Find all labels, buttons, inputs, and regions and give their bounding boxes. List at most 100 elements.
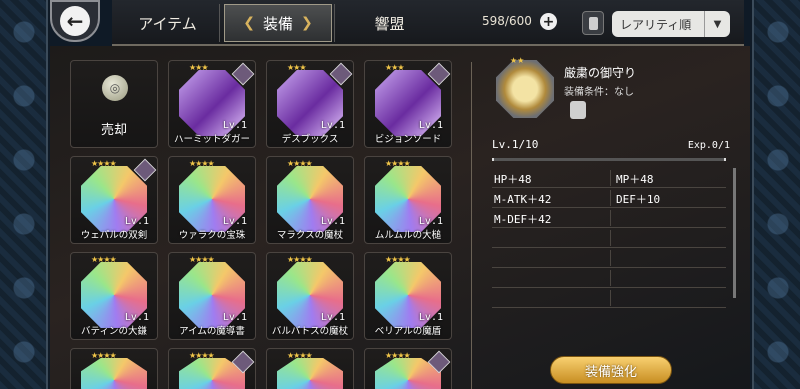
- equipment-item[interactable]: ★★★★: [364, 348, 452, 389]
- equipment-item[interactable]: ★★★★ Lv.1 バルバトスの魔杖: [266, 252, 354, 340]
- item-name: ビジョンソード: [374, 134, 442, 145]
- rarity-stars: ★★★: [385, 63, 404, 72]
- panel-divider: [471, 62, 472, 389]
- stats-scrollbar[interactable]: [733, 168, 736, 298]
- item-level: Lv.1: [418, 312, 443, 323]
- ornament-right-icon: ❯: [301, 15, 313, 31]
- item-detail-panel: ★★ 厳粛の御守り 装備条件：なし Lv.1/10 Exp.0/1 HP＋48 M…: [490, 56, 736, 386]
- inventory-count: 598/600: [482, 14, 532, 28]
- filter-button[interactable]: [582, 11, 604, 35]
- rarity-stars: ★★★★: [287, 255, 313, 264]
- rarity-stars: ★★: [510, 56, 525, 65]
- stat-row: M-DEF＋42: [492, 208, 726, 228]
- equipment-art-icon: [277, 358, 343, 389]
- equipment-item[interactable]: ★★★ Lv.1 ハーミットダガー: [168, 60, 256, 148]
- tab-alliance-label: 響盟: [374, 14, 405, 33]
- rarity-stars: ★★★★: [385, 159, 411, 168]
- stat-row: HP＋48 MP＋48: [492, 168, 726, 188]
- item-level: Lv.1: [320, 216, 345, 227]
- item-level: Lv.1: [222, 120, 247, 131]
- stat-row: M-ATK＋42 DEF＋10: [492, 188, 726, 208]
- equipment-art-icon: [81, 358, 147, 389]
- rarity-stars: ★★★★: [287, 159, 313, 168]
- stat-row: [492, 248, 726, 268]
- back-button[interactable]: ←: [50, 0, 100, 42]
- rarity-stars: ★★★★: [287, 351, 313, 360]
- stat-row: [492, 268, 726, 288]
- item-level: Lv.1: [320, 120, 345, 131]
- tab-items[interactable]: アイテム: [116, 4, 220, 42]
- item-exp: Exp.0/1: [687, 140, 730, 151]
- top-tab-bar: アイテム ❮ 装備 ❯ 響盟 598/600 + レアリティ順 ▼: [112, 0, 744, 46]
- back-arrow-icon: ←: [60, 6, 90, 36]
- stat-row: [492, 228, 726, 248]
- equipment-item[interactable]: ★★★★ Lv.1 バティンの大鎌: [70, 252, 158, 340]
- chevron-down-icon: ▼: [704, 11, 730, 37]
- rarity-stars: ★★★★: [91, 159, 117, 168]
- sort-label: レアリティ順: [620, 17, 692, 32]
- equipment-item[interactable]: ★★★★ Lv.1 ウァラクの宝珠: [168, 156, 256, 244]
- equip-condition: 装備条件：なし: [564, 87, 634, 98]
- left-ornament-border: [0, 0, 48, 389]
- equipment-item[interactable]: ★★★★: [266, 348, 354, 389]
- item-name: ウァラクの宝珠: [178, 230, 246, 241]
- enhance-label: 装備強化: [584, 364, 637, 380]
- item-name: バティンの大鎌: [81, 326, 147, 337]
- item-name: マラクスの魔杖: [276, 230, 344, 241]
- stat-row: [492, 288, 726, 308]
- equipment-item[interactable]: ★★★ Lv.1 デスブックス: [266, 60, 354, 148]
- tab-alliance[interactable]: 響盟: [334, 4, 444, 42]
- equipment-item[interactable]: ★★★★: [70, 348, 158, 389]
- item-name: アイムの魔導書: [179, 326, 245, 337]
- expand-inventory-button[interactable]: +: [540, 13, 557, 30]
- sell-label: 売却: [100, 123, 127, 138]
- rarity-stars: ★★★★: [385, 351, 411, 360]
- main-panel: ◎ 売却 ★★★ Lv.1 ハーミットダガー ★★★ Lv.1 デスブックス ★…: [50, 46, 750, 389]
- item-level: Lv.1: [418, 216, 443, 227]
- equipment-item[interactable]: ★★★ Lv.1 ビジョンソード: [364, 60, 452, 148]
- stat-value: MP＋48: [616, 173, 654, 186]
- stat-value: M-ATK＋42: [494, 193, 552, 206]
- item-name: ムルムルの大槌: [374, 230, 442, 241]
- amulet-icon: [496, 60, 554, 118]
- rarity-stars: ★★★★: [385, 255, 411, 264]
- enhance-equipment-button[interactable]: 装備強化: [550, 356, 672, 384]
- item-detail-level: Lv.1/10: [492, 138, 539, 151]
- stat-value: M-DEF＋42: [494, 213, 552, 226]
- rarity-stars: ★★★: [189, 63, 208, 72]
- stat-value: DEF＋10: [616, 193, 661, 206]
- item-level: Lv.1: [320, 312, 345, 323]
- item-level: Lv.1: [418, 120, 443, 131]
- rarity-stars: ★★★★: [91, 255, 117, 264]
- item-level: Lv.1: [124, 312, 149, 323]
- item-name: ハーミットダガー: [173, 134, 250, 145]
- lock-icon[interactable]: [570, 101, 586, 119]
- equipment-item[interactable]: ★★★★ Lv.1 ベリアルの魔盾: [364, 252, 452, 340]
- equipment-item[interactable]: ★★★★: [168, 348, 256, 389]
- sort-dropdown[interactable]: レアリティ順 ▼: [612, 11, 730, 37]
- stat-value: HP＋48: [494, 173, 532, 186]
- right-ornament-border: [752, 0, 800, 389]
- equipment-item[interactable]: ★★★★ Lv.1 ウェパルの双剣: [70, 156, 158, 244]
- item-level: Lv.1: [222, 216, 247, 227]
- rarity-stars: ★★★★: [91, 351, 117, 360]
- coin-icon: ◎: [102, 75, 128, 101]
- equipment-item[interactable]: ★★★★ Lv.1 ムルムルの大槌: [364, 156, 452, 244]
- tab-items-label: アイテム: [138, 14, 197, 33]
- equipment-item[interactable]: ★★★★ Lv.1 アイムの魔導書: [168, 252, 256, 340]
- stats-table: HP＋48 MP＋48 M-ATK＋42 DEF＋10 M-DEF＋42: [492, 168, 726, 308]
- rarity-stars: ★★★: [287, 63, 306, 72]
- tab-equipment[interactable]: ❮ 装備 ❯: [224, 4, 332, 42]
- tab-equipment-label: 装備: [262, 14, 293, 33]
- ornament-left-icon: ❮: [243, 15, 255, 31]
- rarity-stars: ★★★★: [189, 351, 215, 360]
- item-name: ウェパルの双剣: [80, 230, 148, 241]
- rarity-stars: ★★★★: [189, 255, 215, 264]
- item-level: Lv.1: [222, 312, 247, 323]
- item-name: バルバトスの魔杖: [271, 326, 349, 337]
- item-detail-name: 厳粛の御守り: [564, 66, 637, 80]
- equipment-item[interactable]: ★★★★ Lv.1 マラクスの魔杖: [266, 156, 354, 244]
- sell-button[interactable]: ◎ 売却: [70, 60, 158, 148]
- item-level: Lv.1: [124, 216, 149, 227]
- level-row: Lv.1/10 Exp.0/1: [492, 138, 730, 151]
